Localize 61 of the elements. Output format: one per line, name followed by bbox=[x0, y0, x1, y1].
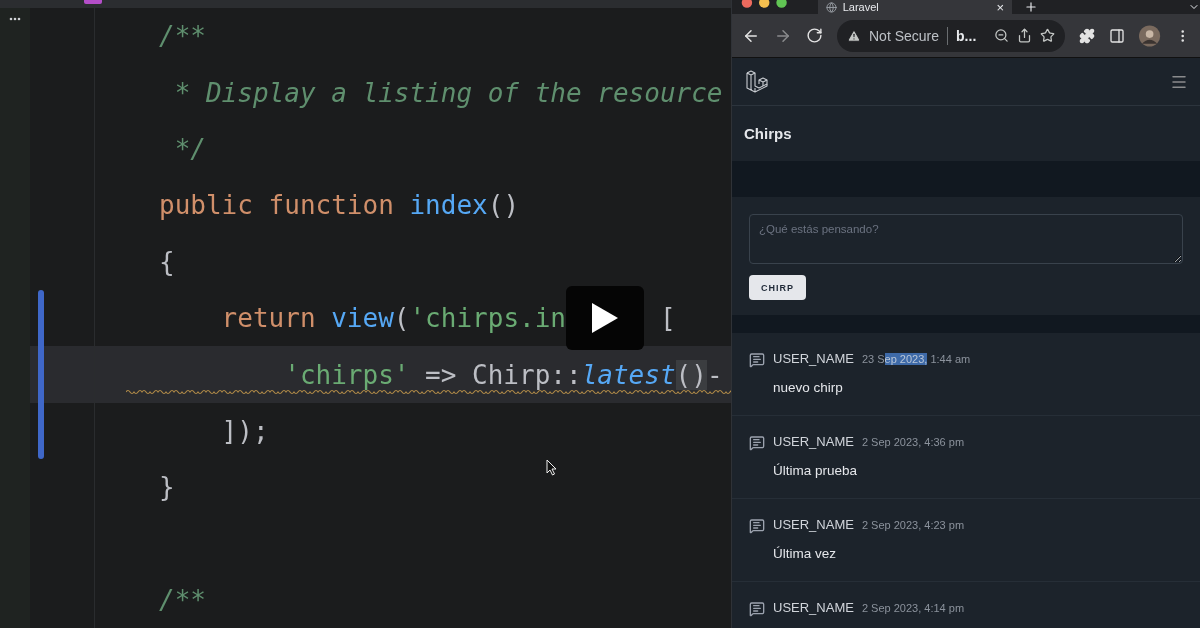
user-name: USER_NAME bbox=[773, 351, 854, 366]
url-text: b... bbox=[956, 27, 978, 44]
code-token: return bbox=[220, 303, 317, 334]
page-heading: Chirps bbox=[744, 125, 792, 142]
zoom-out-icon[interactable] bbox=[994, 28, 1010, 43]
code-token: /** bbox=[159, 585, 206, 616]
user-name: USER_NAME bbox=[773, 517, 854, 532]
code-token: view bbox=[331, 303, 394, 334]
browser-tab[interactable]: Laravel × bbox=[817, 0, 1012, 14]
star-icon[interactable] bbox=[1040, 28, 1056, 43]
globe-icon bbox=[825, 1, 837, 13]
code-token: } bbox=[159, 472, 175, 503]
more-icon bbox=[9, 16, 21, 22]
mouse-pointer-icon bbox=[546, 459, 557, 476]
chat-bubble-icon bbox=[749, 518, 765, 534]
code-token: ( bbox=[393, 303, 410, 334]
chirp-message: Última vez bbox=[773, 546, 837, 561]
chirp-date: 2 Sep 2023, 4:23 pm bbox=[861, 519, 965, 531]
code-token: */ bbox=[173, 133, 206, 164]
chirp-button[interactable]: CHIRP bbox=[749, 275, 806, 300]
chirp-date: 23 S bbox=[861, 353, 885, 365]
code-token: public function bbox=[159, 190, 395, 221]
chat-bubble-icon bbox=[749, 601, 765, 617]
code-token: () bbox=[487, 190, 520, 221]
code-token: latest bbox=[581, 359, 676, 390]
tab-title: Laravel bbox=[842, 1, 880, 13]
security-label: Not Secure bbox=[869, 27, 940, 44]
play-button[interactable] bbox=[566, 286, 645, 351]
share-icon[interactable] bbox=[1017, 28, 1033, 43]
code-token: * Display a listing of the resource bbox=[173, 77, 723, 108]
file-tab-marker bbox=[84, 0, 102, 4]
address-bar[interactable]: Not Secure b... bbox=[837, 19, 1066, 52]
code-token: { bbox=[159, 246, 175, 277]
chirp-message: Última prueba bbox=[773, 463, 859, 478]
user-name: USER_NAME bbox=[773, 600, 854, 615]
code-token: - bbox=[706, 359, 723, 390]
side-panel-button[interactable] bbox=[1109, 27, 1126, 44]
chirp-input-field[interactable]: ¿Qué estás pensando? bbox=[749, 214, 1183, 264]
code-token: => Chirp:: bbox=[424, 359, 582, 390]
code-token: index bbox=[409, 190, 488, 221]
code-token: ]); bbox=[220, 415, 269, 446]
avatar-icon[interactable] bbox=[1139, 24, 1161, 47]
code-token: 'chirps.in bbox=[409, 303, 566, 334]
chirp-date: 1:44 am bbox=[929, 353, 971, 365]
logo-icon bbox=[746, 68, 770, 95]
code-token: 'chirps' bbox=[283, 359, 410, 390]
chirp-message: nuevo chirp bbox=[773, 380, 844, 395]
warning-icon bbox=[847, 28, 861, 43]
selected-date-text: ep 2023, bbox=[884, 353, 928, 365]
reload-button[interactable] bbox=[806, 27, 823, 44]
chirp-date: 2 Sep 2023, 4:14 pm bbox=[861, 602, 965, 614]
code-token: /** bbox=[159, 21, 206, 52]
code-token: () bbox=[675, 359, 707, 390]
code-token: [ bbox=[658, 303, 676, 334]
close-tab-button[interactable]: × bbox=[996, 0, 1004, 14]
chat-bubble-icon bbox=[749, 435, 765, 451]
chat-bubble-icon bbox=[749, 352, 765, 368]
new-tab-icon[interactable] bbox=[1024, 0, 1038, 14]
chirp-date: 2 Sep 2023, 4:36 pm bbox=[861, 436, 965, 448]
user-name: USER_NAME bbox=[773, 434, 854, 449]
extensions-button[interactable] bbox=[1079, 27, 1096, 44]
